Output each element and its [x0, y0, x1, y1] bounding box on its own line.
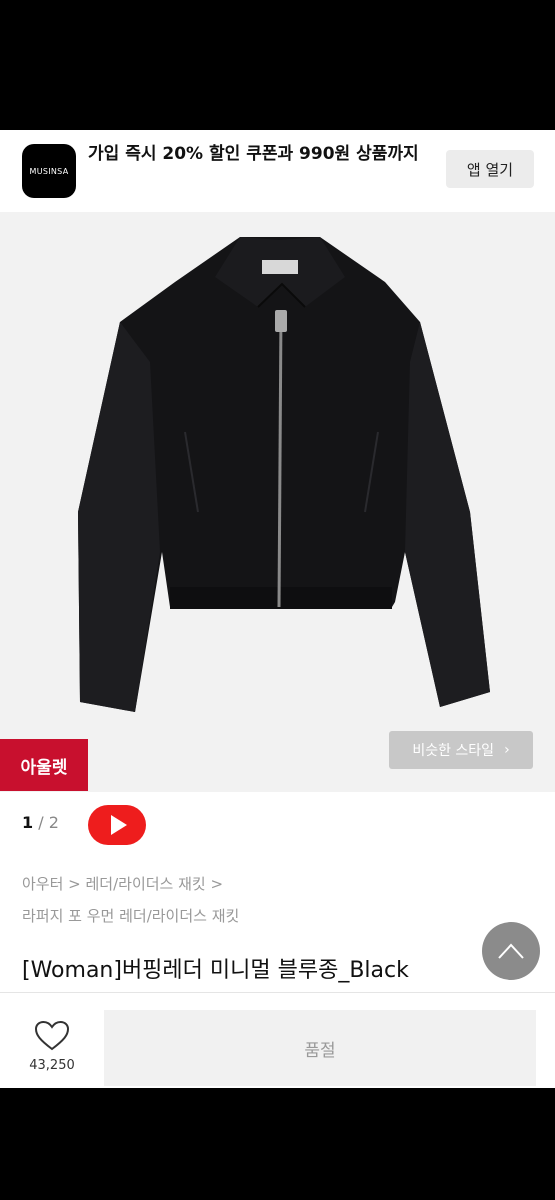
outlet-badge: 아울렛 — [0, 739, 88, 791]
open-app-button[interactable]: 앱 열기 — [446, 150, 534, 188]
breadcrumb[interactable]: 아우터 > 레더/라이더스 재킷 > 라퍼지 포 우먼 레더/라이더스 재킷 — [22, 868, 239, 932]
chevron-up-icon — [498, 943, 524, 959]
divider — [0, 992, 555, 993]
soldout-button[interactable]: 품절 — [104, 1010, 536, 1086]
product-image-carousel[interactable]: 아울렛 비슷한 스타일 › — [0, 212, 555, 792]
breadcrumb-brand[interactable]: 라퍼지 포 우먼 레더/라이더스 재킷 — [22, 900, 239, 932]
similar-style-button[interactable]: 비슷한 스타일 › — [389, 731, 533, 769]
play-icon — [111, 815, 127, 835]
status-bar-area — [0, 0, 555, 130]
like-button[interactable]: 43,250 — [22, 1018, 82, 1078]
pager-separator: / — [33, 813, 49, 832]
scroll-to-top-button[interactable] — [482, 922, 540, 980]
similar-style-label: 비슷한 스타일 — [412, 743, 495, 759]
like-count: 43,250 — [29, 1058, 75, 1073]
home-indicator-area — [0, 1088, 555, 1200]
product-title: [Woman]버핑레더 미니멀 블루종_Black — [22, 958, 409, 983]
chevron-right-icon: › — [504, 742, 510, 758]
image-pager: 1 / 2 — [22, 813, 59, 832]
app-screen: MUSINSA 가입 즉시 20% 할인 쿠폰과 990원 상품까지 앱 열기 … — [0, 130, 555, 1088]
breadcrumb-category[interactable]: 아우터 > 레더/라이더스 재킷 > — [22, 868, 239, 900]
banner-promo-text: 가입 즉시 20% 할인 쿠폰과 990원 상품까지 — [88, 144, 419, 164]
heart-icon — [34, 1020, 70, 1051]
youtube-play-button[interactable] — [88, 805, 146, 845]
pager-total: 2 — [48, 813, 59, 832]
pager-current: 1 — [22, 813, 34, 832]
app-download-banner[interactable]: MUSINSA 가입 즉시 20% 할인 쿠폰과 990원 상품까지 앱 열기 — [0, 130, 555, 212]
app-logo: MUSINSA — [22, 144, 76, 198]
product-image — [78, 237, 490, 712]
